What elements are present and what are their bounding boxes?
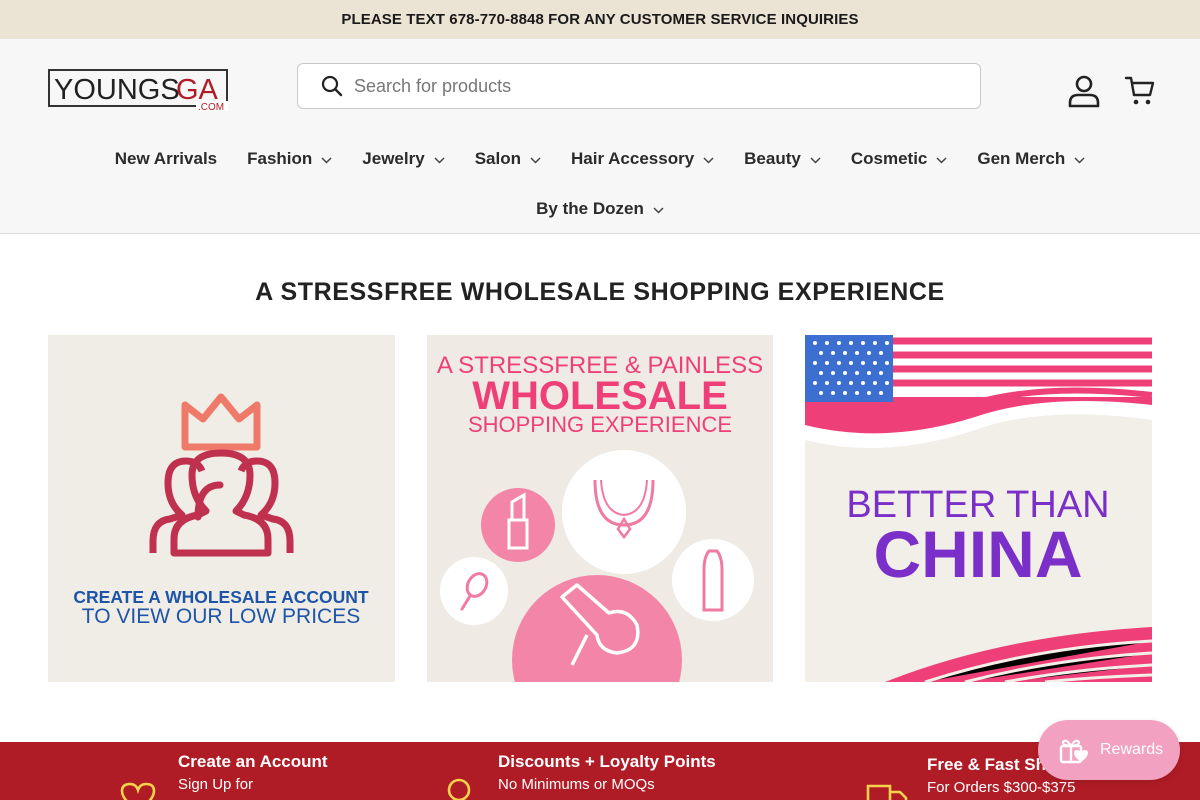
benefit-title: Create an Account (178, 752, 328, 771)
benefit-title: Discounts + Loyalty Points (498, 752, 716, 771)
crown-icon (181, 393, 261, 451)
logo-text-main: YOUNGS (54, 74, 180, 106)
nav-row-primary: New Arrivals Fashion Jewelry Salon Hair Acce… (0, 139, 1200, 179)
nav-item-new-arrivals[interactable]: New Arrivals (115, 149, 217, 169)
nav-item-label: New Arrivals (114, 149, 218, 168)
better-than-china-banner[interactable]: BETTER THAN CHINA (805, 335, 1152, 682)
benefit-discounts: Discounts + Loyalty Points No Minimums o… (498, 752, 716, 793)
pin-icon (447, 778, 471, 800)
nav-item-label: By the Dozen (536, 199, 644, 218)
account-tile-line2: TO VIEW OUR LOW PRICES (82, 605, 360, 628)
site-header: YOUNGS GA .COM New Arrivals Fashion Jewelr… (0, 39, 1200, 234)
search-bar[interactable] (297, 63, 981, 109)
chevron-down-icon (936, 157, 947, 164)
nav-item-label: Beauty (744, 149, 801, 168)
chevron-down-icon (530, 157, 541, 164)
nav-item-label: Hair Accessory (570, 149, 695, 168)
cart-icon[interactable] (1124, 75, 1156, 107)
china-tile-line2: CHINA (874, 517, 1083, 591)
benefit-subtitle: For Orders $300-$375 (927, 779, 1076, 796)
announcement-bar: PLEASE TEXT 678-770-8848 FOR ANY CUSTOME… (0, 0, 1200, 39)
heart-icon (120, 782, 156, 800)
wholesale-experience-banner[interactable]: A STRESSFREE & PAINLESS WHOLESALE SHOPPI… (427, 335, 773, 682)
truck-icon (866, 784, 908, 800)
flag-graphic (805, 335, 1152, 448)
chevron-down-icon (703, 157, 714, 164)
nav-item-gen-merch[interactable]: Gen Merch (977, 149, 1085, 169)
gift-heart-icon (1059, 739, 1088, 764)
hand-mirror-icon (440, 557, 508, 625)
account-tile-line1: CREATE A WHOLESALE ACCOUNT (73, 587, 369, 607)
lipstick-icon (481, 488, 555, 562)
rewards-button[interactable]: Rewards (1038, 720, 1180, 780)
bottle-icon (672, 539, 754, 621)
search-input[interactable] (354, 75, 934, 97)
page-headline: A STRESSFREE WHOLESALE SHOPPING EXPERIEN… (255, 278, 945, 306)
nav-item-label: Salon (474, 149, 521, 168)
users-icon (149, 449, 294, 557)
chevron-down-icon (810, 157, 821, 164)
nav-item-beauty[interactable]: Beauty (744, 149, 821, 169)
account-icon[interactable] (1066, 73, 1102, 109)
nav-item-label: Fashion (247, 149, 313, 168)
nav-item-label: Jewelry (362, 149, 425, 168)
benefit-subtitle: No Minimums or MOQs (498, 776, 655, 793)
chevron-down-icon (1074, 157, 1085, 164)
site-logo[interactable]: YOUNGS GA .COM (48, 69, 228, 111)
nav-item-label: Cosmetic (850, 149, 928, 168)
create-account-banner[interactable]: CREATE A WHOLESALE ACCOUNT TO VIEW OUR L… (48, 335, 395, 682)
nav-item-fashion[interactable]: Fashion (247, 149, 332, 169)
hair-dryer-icon (512, 575, 682, 682)
nav-item-cosmetic[interactable]: Cosmetic (851, 149, 948, 169)
benefit-subtitle: Sign Up for (178, 776, 254, 793)
announcement-text: PLEASE TEXT 678-770-8848 FOR ANY CUSTOME… (341, 11, 859, 28)
chevron-down-icon (653, 207, 664, 214)
logo-text-suffix: .COM (198, 102, 224, 111)
nav-item-by-the-dozen[interactable]: By the Dozen (536, 199, 664, 219)
nav-item-hair-accessory[interactable]: Hair Accessory (571, 149, 714, 169)
chevron-down-icon (434, 157, 445, 164)
benefits-strip: Create an Account Sign Up for Discounts … (0, 742, 1200, 800)
nav-item-label: Gen Merch (977, 149, 1066, 168)
rewards-label: Rewards (1100, 741, 1164, 758)
flag-stripes-bottom (885, 627, 1152, 682)
necklace-icon (562, 450, 686, 574)
search-icon[interactable] (320, 74, 344, 98)
nav-row-secondary: By the Dozen (0, 189, 1200, 229)
nav-item-jewelry[interactable]: Jewelry (362, 149, 445, 169)
benefit-create-account: Create an Account Sign Up for (178, 752, 328, 793)
nav-item-salon[interactable]: Salon (475, 149, 541, 169)
chevron-down-icon (321, 157, 332, 164)
main-navigation: New Arrivals Fashion Jewelry Salon Hair Acce… (0, 139, 1200, 229)
wholesale-tile-line3: SHOPPING EXPERIENCE (468, 412, 732, 437)
